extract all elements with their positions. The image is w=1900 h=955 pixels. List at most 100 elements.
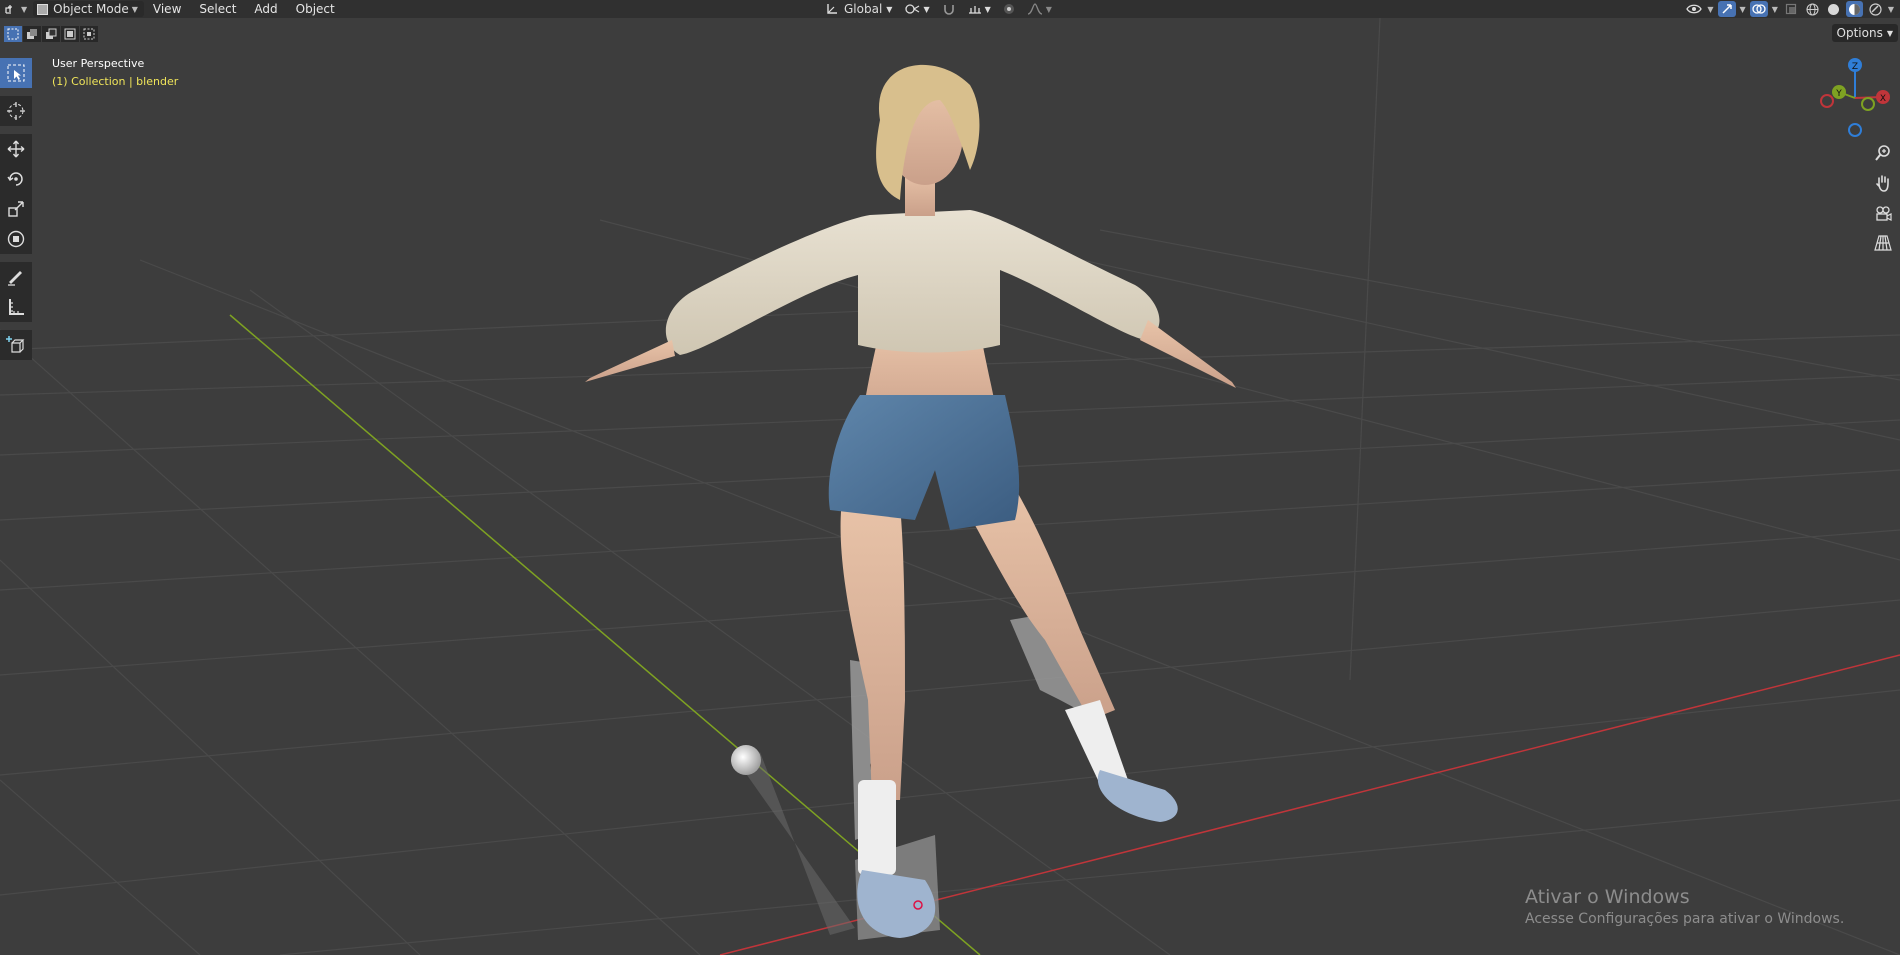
chevron-down-icon: ▼ <box>984 4 991 14</box>
solid-sphere-icon <box>1827 3 1839 15</box>
select-invert-icon <box>64 28 76 40</box>
select-box-tool[interactable] <box>0 58 32 88</box>
visibility-dropdown[interactable] <box>1685 1 1703 17</box>
select-subtract-icon <box>46 28 57 39</box>
snap-target-dropdown[interactable]: ▼ <box>963 1 996 17</box>
perspective-toggle-button[interactable] <box>1870 230 1896 256</box>
transform-icon <box>7 230 25 248</box>
transform-tool[interactable] <box>0 224 32 254</box>
grid-perspective-icon <box>1874 235 1892 251</box>
gizmo-icon <box>1722 4 1732 14</box>
select-extend-button[interactable] <box>23 26 41 42</box>
scale-icon <box>8 201 24 217</box>
select-intersect-icon <box>83 28 95 40</box>
chevron-down-icon: ▼ <box>1739 4 1746 14</box>
zoom-icon <box>1875 145 1890 161</box>
pivot-point-dropdown[interactable]: ▼ <box>899 1 934 17</box>
gizmo-neg-x-handle <box>1820 94 1834 108</box>
viewport-header: ▼ Object Mode ▼ View Select Add Object G… <box>0 0 1900 18</box>
rotate-tool[interactable] <box>0 164 32 194</box>
options-label: Options <box>1836 26 1883 40</box>
transform-tools: Global ▼ ▼ ▼ ▼ <box>820 1 1057 17</box>
scale-tool[interactable] <box>0 194 32 224</box>
cursor-tool[interactable] <box>0 96 32 126</box>
material-preview-button[interactable] <box>1845 1 1863 17</box>
snap-icon <box>943 5 954 15</box>
camera-view-button[interactable] <box>1870 200 1896 226</box>
chevron-down-icon: ▼ <box>1707 4 1714 14</box>
proportional-edit-icon <box>1003 4 1014 14</box>
falloff-curve-icon <box>1027 3 1042 15</box>
select-box-icon <box>7 64 25 82</box>
material-sphere-icon <box>1848 3 1860 15</box>
select-invert-button[interactable] <box>61 26 79 42</box>
measure-tool[interactable] <box>0 292 32 322</box>
menu-view[interactable]: View <box>144 2 190 16</box>
object-mode-icon <box>37 3 49 15</box>
pencil-icon <box>8 271 22 286</box>
select-intersect-button[interactable] <box>80 26 98 42</box>
xray-toggle[interactable] <box>1782 1 1800 17</box>
menu-add[interactable]: Add <box>245 2 286 16</box>
select-new-icon <box>7 28 19 40</box>
rendered-shading-button[interactable] <box>1867 1 1884 17</box>
wireframe-sphere-icon <box>1806 2 1819 16</box>
viewport-scene[interactable] <box>0 18 1900 955</box>
orientation-dropdown[interactable]: Global ▼ <box>820 1 897 17</box>
eye-icon <box>1686 4 1703 14</box>
overlays-icon <box>1752 4 1766 14</box>
activation-watermark-title: Ativar o Windows <box>1525 886 1690 908</box>
navigation-gizmo[interactable]: Z X Y <box>1812 52 1898 142</box>
character-model <box>585 64 1236 938</box>
zoom-button[interactable] <box>1870 140 1896 166</box>
hand-icon <box>1876 175 1889 192</box>
proportional-edit-toggle[interactable] <box>998 1 1020 17</box>
gizmo-neg-z-handle <box>1848 123 1862 137</box>
options-dropdown[interactable]: Options ▼ <box>1831 24 1898 42</box>
menu-object[interactable]: Object <box>287 2 344 16</box>
menu-select[interactable]: Select <box>190 2 245 16</box>
chevron-down-icon: ▼ <box>886 4 893 14</box>
gizmo-z-label: Z <box>1852 62 1858 72</box>
chevron-down-icon: ▼ <box>1771 4 1778 14</box>
mode-label: Object Mode <box>53 2 129 16</box>
gizmo-toggle[interactable] <box>1717 1 1736 17</box>
selection-mode-bar <box>0 24 98 44</box>
snap-increment-icon <box>968 6 981 14</box>
overlays-toggle[interactable] <box>1749 1 1768 17</box>
move-tool[interactable] <box>0 134 32 164</box>
rotate-icon <box>7 172 23 186</box>
falloff-dropdown[interactable]: ▼ <box>1022 1 1057 17</box>
select-new-button[interactable] <box>4 26 22 42</box>
cursor-icon <box>7 102 25 120</box>
solid-shading-button[interactable] <box>1825 1 1842 17</box>
activation-watermark-subtitle: Acesse Configurações para ativar o Windo… <box>1525 911 1845 927</box>
mode-dropdown[interactable]: Object Mode ▼ <box>33 1 144 17</box>
snap-toggle[interactable] <box>937 1 961 17</box>
orientation-icon <box>827 4 837 14</box>
chevron-down-icon: ▼ <box>1887 4 1894 14</box>
chevron-down-icon: ▼ <box>923 4 930 14</box>
select-subtract-button[interactable] <box>42 26 60 42</box>
gizmo-neg-y-handle <box>1861 97 1875 111</box>
editor-type-dropdown[interactable]: ▼ <box>0 1 31 17</box>
add-cube-tool[interactable] <box>0 330 32 360</box>
view-name-label: User Perspective <box>52 57 145 70</box>
tool-shelf <box>0 58 34 360</box>
gizmo-x-label: X <box>1880 94 1886 104</box>
xray-icon <box>1785 3 1796 15</box>
add-cube-icon <box>6 336 25 353</box>
pivot-icon <box>905 4 920 14</box>
annotate-tool[interactable] <box>0 262 32 292</box>
light-lamp <box>731 745 761 775</box>
move-arrows-icon <box>7 140 25 158</box>
collection-label: (1) Collection | blender <box>52 75 179 88</box>
pan-button[interactable] <box>1870 170 1896 196</box>
wireframe-shading-button[interactable] <box>1804 1 1821 17</box>
gizmo-y-label: Y <box>1835 89 1842 99</box>
chevron-down-icon: ▼ <box>1886 28 1893 38</box>
chevron-down-icon: ▼ <box>21 4 28 14</box>
chevron-down-icon: ▼ <box>131 4 138 14</box>
ruler-icon <box>9 299 24 315</box>
select-extend-icon <box>27 29 37 39</box>
